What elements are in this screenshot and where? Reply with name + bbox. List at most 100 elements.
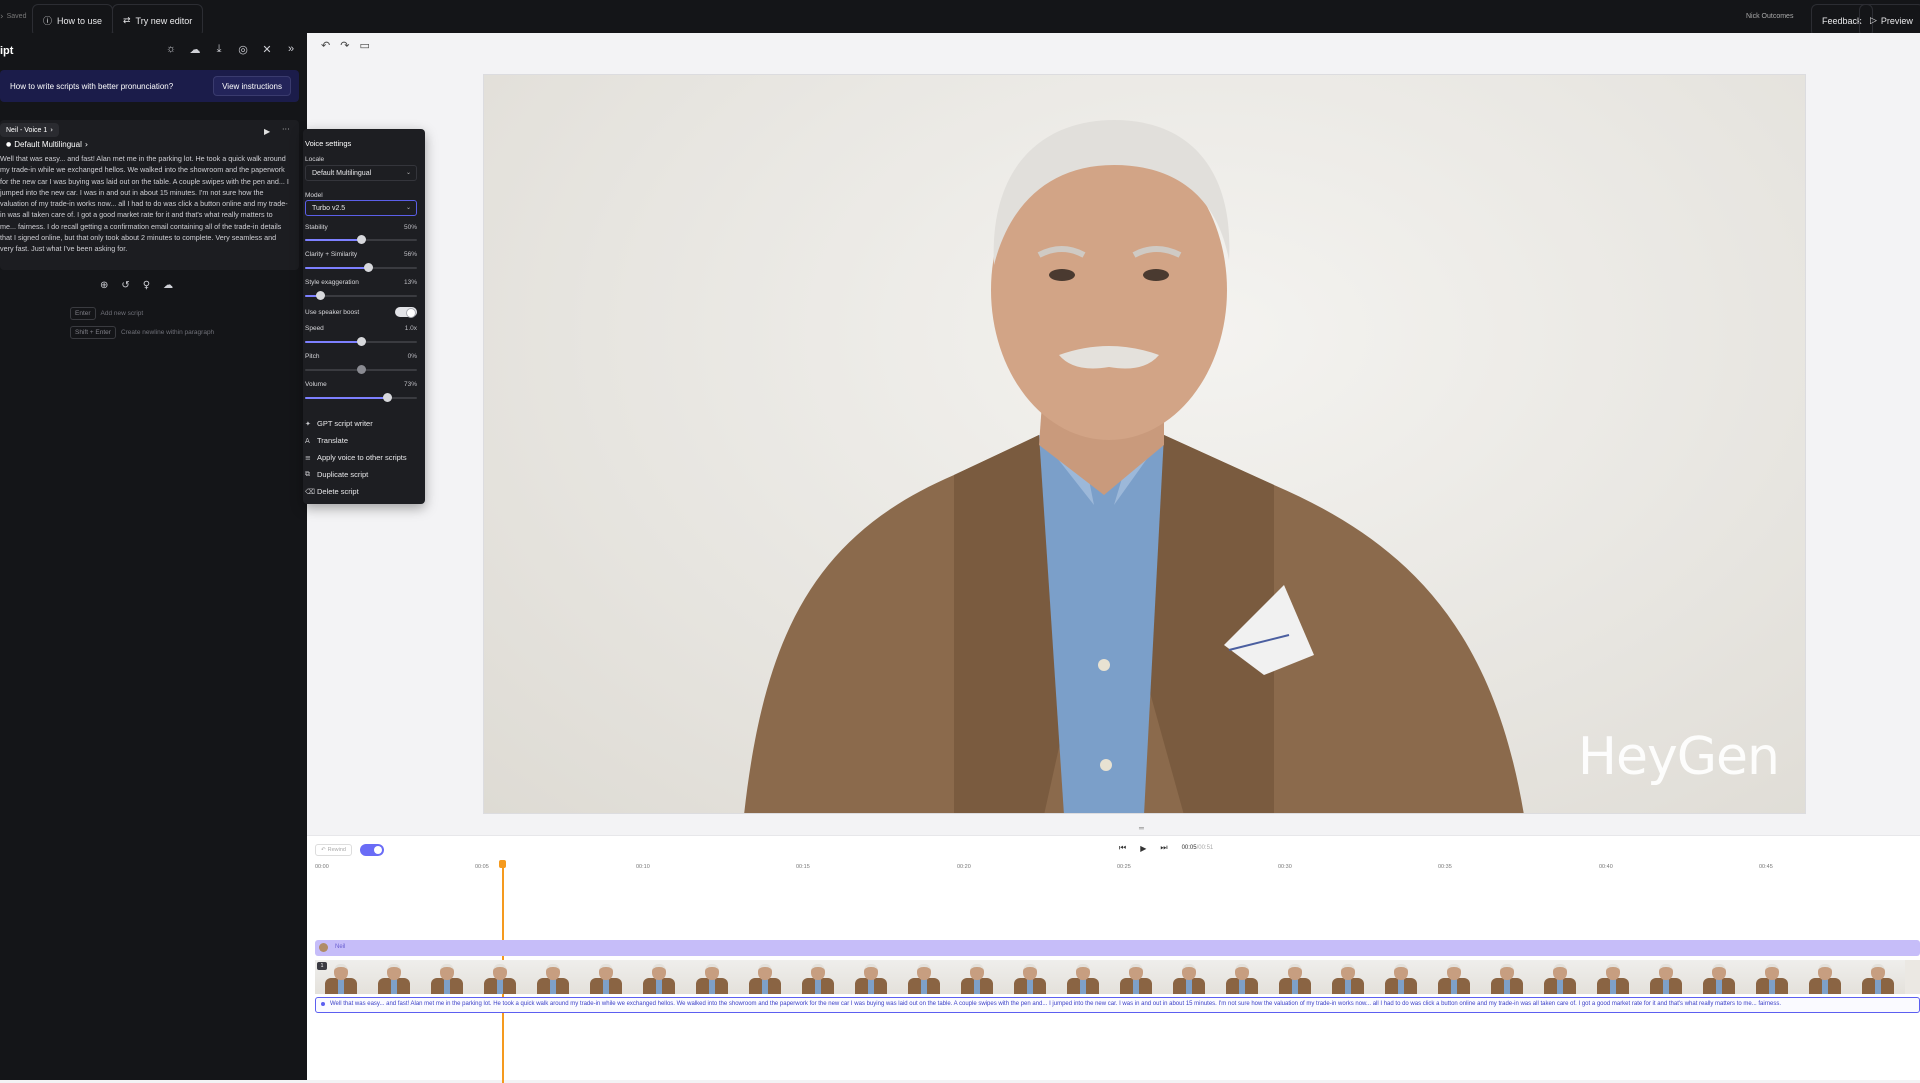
view-instructions-button[interactable]: View instructions — [213, 76, 291, 96]
ruler-tick: 00:10 — [636, 864, 650, 870]
gpt-script-writer-item[interactable]: ✦ GPT script writer — [305, 419, 373, 428]
script-card[interactable]: Neil - Voice 1 › ● Default Multilingual … — [0, 120, 299, 270]
avatar-frame-thumbnail — [368, 960, 421, 994]
feedback-label: Feedback — [1822, 15, 1862, 26]
avatar-frame-thumbnail — [686, 960, 739, 994]
script-actions: ⊕ ↺ ♀ ☁ — [100, 280, 173, 291]
hint-enter-text: Add new script — [100, 310, 144, 317]
hint-newline: Shift + Enter Create newline within para… — [70, 326, 214, 339]
chevron-down-icon: ⌄ — [405, 205, 411, 211]
ruler-tick: 00:40 — [1599, 864, 1613, 870]
pronunciation-tip-banner: How to write scripts with better pronunc… — [0, 70, 299, 102]
time-ruler[interactable]: 00:00 00:05 00:10 00:15 00:20 00:25 00:3… — [315, 864, 1920, 878]
stability-slider[interactable] — [305, 235, 417, 244]
playback-controls: ⏮ ▶ ⏭ 00:05/00:51 — [1119, 843, 1213, 853]
avatar-frame-thumbnail — [1640, 960, 1693, 994]
ruler-tick: 00:15 — [796, 864, 810, 870]
edit-toolbar: ↶ ↷ ▭ — [321, 39, 370, 52]
translate-item[interactable]: A Translate — [305, 436, 348, 445]
avatar-frames-track[interactable]: 1 — [315, 960, 1920, 994]
ruler-tick: 00:05 — [475, 864, 489, 870]
script-track-dot — [321, 1002, 325, 1006]
style-label: Style exaggeration — [305, 279, 359, 286]
avatar-frame-thumbnail — [1110, 960, 1163, 994]
history-icon[interactable]: ↺ — [121, 280, 129, 291]
add-circle-icon[interactable]: ⊕ — [100, 280, 108, 291]
speed-slider[interactable] — [305, 337, 417, 346]
collapse-icon[interactable]: » — [284, 43, 298, 56]
try-new-editor-label: Try new editor — [135, 15, 193, 26]
globe-icon[interactable]: ◎ — [236, 43, 250, 56]
upload-cloud-icon[interactable]: ☁ — [163, 280, 173, 291]
translate-icon: A — [305, 436, 310, 445]
mic-icon[interactable]: ♀ — [143, 280, 150, 291]
saved-label: Saved — [6, 13, 27, 20]
model-dot-icon: ● — [6, 141, 12, 148]
ruler-tick: 00:35 — [1438, 864, 1452, 870]
ruler-tick: 00:30 — [1278, 864, 1292, 870]
cloud-upload-icon[interactable]: ☁ — [188, 43, 202, 56]
copy-icon: ⧉ — [305, 470, 310, 478]
translate-icon[interactable]: ✕ — [260, 43, 274, 56]
avatar-frame-thumbnail — [1057, 960, 1110, 994]
rewind-button[interactable]: ↶ Rewind — [315, 844, 352, 856]
help-circle-icon: ⓘ — [43, 17, 53, 27]
hint-shift-text: Create newline within paragraph — [120, 329, 215, 336]
model-label: Default Multilingual — [14, 140, 82, 149]
style-slider[interactable] — [305, 291, 417, 300]
apply-voice-item[interactable]: ≡ Apply voice to other scripts — [305, 453, 407, 462]
model-label: Model — [305, 192, 323, 199]
user-name[interactable]: Nick Outcomes — [1746, 0, 1793, 33]
model-selector[interactable]: ● Default Multilingual › — [2, 138, 92, 151]
main-area: ↶ ↷ ▭ HeyGen ═ ↶ Rewind ⏮ ▶ ⏭ 00:05/00:5… — [307, 33, 1920, 1083]
script-track[interactable]: Well that was easy... and fast! Alan met… — [315, 997, 1920, 1013]
video-canvas[interactable]: HeyGen — [483, 74, 1806, 814]
play-icon[interactable]: ▶ — [264, 127, 270, 136]
speaker-boost-toggle[interactable] — [395, 307, 417, 318]
locale-label: Locale — [305, 156, 325, 163]
rewind-label: Rewind — [327, 847, 346, 853]
ruler-tick: 00:00 — [315, 864, 329, 870]
play-outline-icon: ▷ — [1870, 15, 1877, 26]
kbd-shift-enter: Shift + Enter — [70, 326, 116, 339]
play-icon[interactable]: ▶ — [1140, 844, 1146, 853]
panel-title: ipt — [0, 45, 14, 57]
avatar-frame-thumbnail — [792, 960, 845, 994]
voice-track[interactable]: Neil — [315, 940, 1920, 956]
preview-label: Preview — [1880, 15, 1913, 26]
avatar-frame-thumbnail — [1587, 960, 1640, 994]
kbd-enter: Enter — [70, 307, 96, 320]
timeline-toggle[interactable] — [360, 844, 384, 856]
avatar-frame-thumbnail — [1163, 960, 1216, 994]
more-icon[interactable]: ··· — [282, 125, 290, 134]
speaker-boost-label: Use speaker boost — [305, 309, 360, 316]
locale-select[interactable]: Default Multilingual ⌄ — [305, 165, 417, 181]
skip-forward-icon[interactable]: ⏭ — [1160, 843, 1167, 853]
style-value: 13% — [403, 279, 417, 286]
download-icon[interactable]: ⤓ — [212, 43, 226, 56]
ruler-tick: 00:45 — [1759, 864, 1773, 870]
avatar-frame-thumbnail — [1746, 960, 1799, 994]
avatar-frame-thumbnail — [1375, 960, 1428, 994]
top-bar: › Saved ⓘ How to use ⇄ Try new editor Ni… — [0, 0, 1920, 37]
avatar-frame-thumbnail — [1693, 960, 1746, 994]
resize-handle-icon[interactable]: ═ — [1139, 824, 1144, 833]
script-text[interactable]: Well that was easy... and fast! Alan met… — [0, 153, 290, 255]
duplicate-script-item[interactable]: ⧉ Duplicate script — [305, 470, 368, 479]
pitch-label: Pitch — [305, 353, 320, 360]
track-number: 1 — [317, 962, 327, 970]
monitor-icon[interactable]: ▭ — [359, 39, 369, 52]
undo-icon[interactable]: ↶ — [321, 39, 330, 52]
avatar-frame-thumbnail — [1269, 960, 1322, 994]
avatar-frame-thumbnail — [1322, 960, 1375, 994]
skip-back-icon[interactable]: ⏮ — [1119, 843, 1126, 853]
clarity-slider[interactable] — [305, 263, 417, 272]
volume-slider[interactable] — [305, 393, 417, 402]
delete-script-item[interactable]: ⌫ Delete script — [305, 487, 359, 496]
sun-icon[interactable]: ☼ — [164, 43, 178, 56]
pitch-slider[interactable] — [305, 365, 417, 374]
hint-add-script: Enter Add new script — [70, 307, 143, 320]
redo-icon[interactable]: ↷ — [340, 39, 349, 52]
voice-selector[interactable]: Neil - Voice 1 › — [0, 123, 60, 137]
model-select[interactable]: Turbo v2.5 ⌄ — [305, 200, 417, 216]
